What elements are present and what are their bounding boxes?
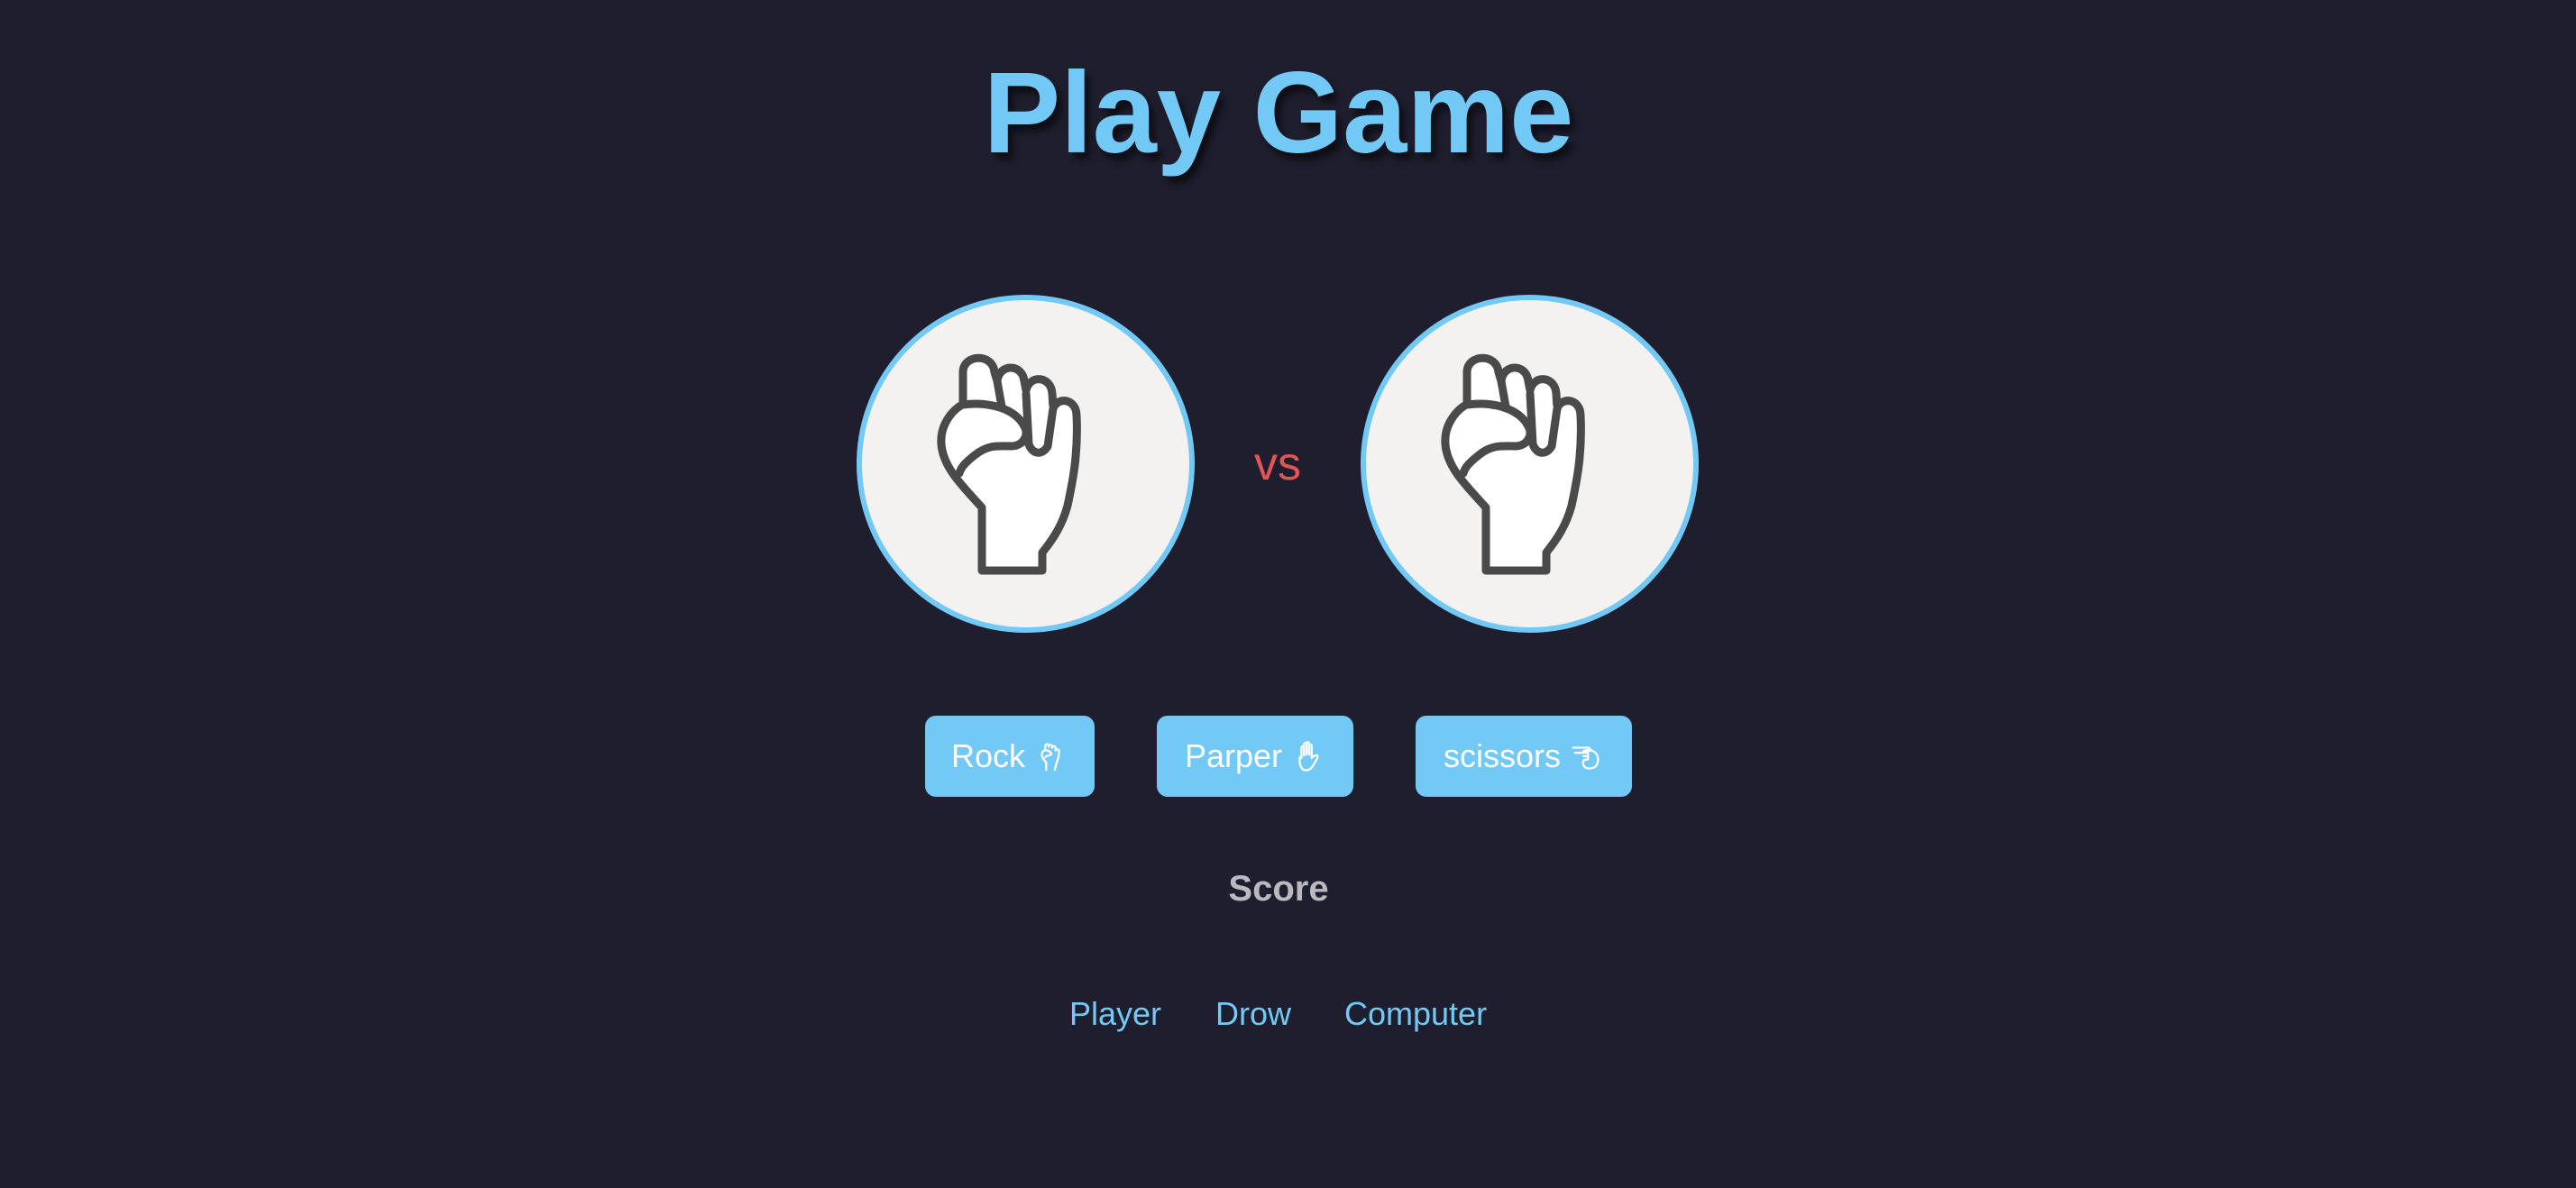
score-label-computer: Computer [1344, 995, 1488, 1032]
choice-buttons: Rock Parper scissors [0, 716, 2557, 797]
rock-button[interactable]: Rock [925, 716, 1095, 797]
page-title: Play Game [983, 49, 1574, 178]
scissors-button[interactable]: scissors [1416, 716, 1632, 797]
pointing-hand-icon [1572, 746, 1600, 770]
vs-label: vs [1254, 438, 1301, 490]
paper-button-label: Parper [1184, 737, 1283, 774]
raised-hand-icon [1298, 741, 1319, 772]
game-page: Play Game vs Rock Parper scissors Score … [0, 0, 2576, 1188]
arena: vs [0, 295, 2557, 633]
score-label-draw: Drow [1215, 995, 1292, 1032]
score-row: Player Drow Computer [0, 992, 2557, 1037]
computer-hand-display [1361, 295, 1699, 633]
scissors-button-label: scissors [1443, 737, 1561, 774]
score-label-player: Player [1069, 995, 1162, 1032]
score-title: Score [1228, 869, 1329, 909]
rock-button-label: Rock [950, 737, 1026, 774]
paper-button[interactable]: Parper [1157, 716, 1353, 797]
player-hand-display [857, 295, 1195, 633]
fist-icon [1040, 743, 1060, 772]
fist-icon [937, 353, 1081, 575]
fist-icon [1441, 353, 1585, 575]
